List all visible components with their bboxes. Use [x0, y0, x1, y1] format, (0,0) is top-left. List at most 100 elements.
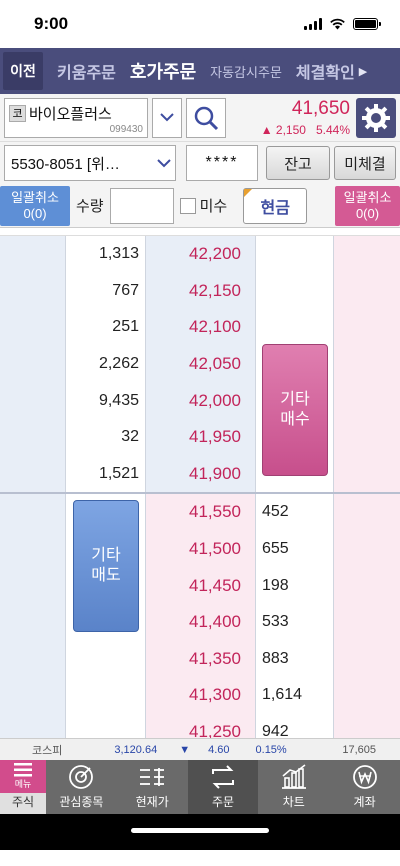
ask-quantity[interactable]: 2,262	[66, 345, 146, 383]
nav-chart[interactable]: 차트	[258, 760, 329, 814]
bid-price[interactable]: 41,400	[146, 603, 256, 641]
bid-row: 41,300 1,614	[0, 677, 400, 714]
ask-quantity[interactable]: 32	[66, 418, 146, 456]
balance-button[interactable]: 잔고	[266, 146, 330, 180]
exchange-icon	[211, 765, 234, 789]
tab-quote-order[interactable]: 호가주문	[130, 58, 196, 84]
account-number: 5530-8051 [위…	[11, 155, 120, 173]
bid-quantity[interactable]: 533	[256, 603, 334, 641]
ask-quantity[interactable]: 1,313	[66, 236, 146, 273]
ask-price[interactable]: 41,950	[146, 418, 256, 456]
nav-label: 주식	[11, 795, 35, 809]
stock-code: 099430	[109, 123, 143, 135]
ask-quantity[interactable]: 9,435	[66, 382, 146, 419]
price-list-icon	[140, 768, 165, 786]
etc-buy-button[interactable]: 기타 매수	[262, 344, 328, 476]
bid-quantity[interactable]: 1,614	[256, 677, 334, 714]
nav-order[interactable]: 주문	[187, 760, 259, 814]
misu-checkbox[interactable]	[179, 197, 196, 214]
bid-section: 41,550 452 41,500 655 41,450 198 41,400 533 41,3…	[0, 494, 400, 738]
chart-icon	[281, 764, 306, 789]
ask-price[interactable]: 42,050	[146, 345, 256, 383]
top-tab-bar: 이전 키움주문 호가주문 자동감시주문 체결확인 ▶	[0, 48, 400, 94]
ask-price[interactable]: 41,900	[146, 455, 256, 493]
search-button[interactable]	[186, 97, 226, 138]
bid-quantity[interactable]: 452	[256, 494, 334, 531]
bid-price[interactable]: 41,450	[146, 567, 256, 604]
bid-price[interactable]: 41,500	[146, 530, 256, 568]
bulk-cancel-sell-button[interactable]: 일괄취소 0(0)	[0, 185, 70, 226]
current-price: 41,650	[291, 98, 350, 119]
nav-account[interactable]: 계좌	[329, 760, 400, 814]
menu-label: 메뉴	[14, 779, 32, 789]
triangle-right-icon[interactable]: ▶	[359, 65, 367, 78]
bid-quantity[interactable]: 655	[256, 530, 334, 568]
ask-section: 1,313 42,200 767 42,150 251 42,100 2,262 42,050…	[0, 236, 400, 493]
tab-auto-monitor-order[interactable]: 자동감시주문	[210, 62, 282, 81]
ask-price[interactable]: 42,100	[146, 309, 256, 346]
ask-quantity[interactable]: 251	[66, 309, 146, 346]
password-field[interactable]: ****	[186, 145, 258, 181]
price-change: 2,150	[275, 123, 306, 137]
etc-sell-button[interactable]: 기타 매도	[73, 500, 139, 632]
ask-row: 32 41,950	[0, 418, 400, 456]
bid-row: 41,250 942	[0, 713, 400, 738]
tab-kiwoom-order[interactable]: 키움주문	[57, 59, 116, 83]
nav-current-price[interactable]: 현재가	[117, 760, 188, 814]
index-volume: 17,605	[342, 743, 376, 756]
tab-execution-check[interactable]: 체결확인	[296, 59, 355, 83]
ask-row: 1,313 42,200	[0, 236, 400, 273]
nav-label: 계좌	[353, 795, 376, 809]
stock-selector[interactable]: 코 바이오플러스 099430	[4, 97, 148, 138]
stock-dropdown-button[interactable]	[152, 97, 182, 138]
ask-quantity[interactable]: 767	[66, 272, 146, 310]
unfilled-button[interactable]: 미체결	[334, 146, 396, 180]
bid-quantity[interactable]: 942	[256, 713, 334, 738]
nav-watchlist[interactable]: 관심종목	[46, 760, 117, 814]
chevron-down-icon	[160, 113, 174, 122]
bid-row: 41,500 655	[0, 530, 400, 568]
account-row: 5530-8051 [위… **** 잔고 미체결	[0, 142, 400, 184]
stock-name: 바이오플러스	[29, 105, 112, 123]
chevron-down-icon	[157, 158, 171, 167]
down-arrow-icon: ▼	[179, 743, 191, 756]
ask-price[interactable]: 42,150	[146, 272, 256, 310]
ask-row: 767 42,150	[0, 272, 400, 310]
home-indicator	[0, 814, 400, 850]
misu-label: 미수	[199, 198, 228, 215]
index-name: 코스피	[32, 744, 63, 757]
bid-price[interactable]: 41,250	[146, 713, 256, 738]
stock-row: 코 바이오플러스 099430 41,650 ▲ 2,150 5.44%	[0, 94, 400, 142]
nav-label: 현재가	[135, 795, 169, 809]
index-ticker[interactable]: 코스피 3,120.64 ▼ 4.60 0.15% 17,605	[0, 738, 400, 760]
signal-icon	[304, 18, 322, 30]
index-change: 4.60	[208, 743, 230, 756]
bid-quantity[interactable]: 883	[256, 640, 334, 678]
quantity-input[interactable]	[109, 187, 174, 224]
ask-price[interactable]: 42,000	[146, 382, 256, 419]
nav-label: 관심종목	[59, 795, 104, 809]
search-icon	[194, 106, 219, 130]
bid-price[interactable]: 41,350	[146, 640, 256, 678]
account-select[interactable]: 5530-8051 [위…	[4, 145, 176, 181]
ask-row: 251 42,100	[0, 309, 400, 346]
order-row: 일괄취소 0(0) 수량 미수 현금 일괄취소 0(0)	[0, 184, 400, 228]
bid-price[interactable]: 41,300	[146, 677, 256, 714]
index-value: 3,120.64	[114, 743, 158, 756]
target-icon	[69, 765, 94, 789]
settings-button[interactable]	[356, 97, 396, 138]
wifi-icon	[330, 18, 345, 30]
bulk-cancel-buy-button[interactable]: 일괄취소 0(0)	[335, 185, 400, 226]
market-badge: 코	[9, 104, 26, 122]
bid-price[interactable]: 41,550	[146, 494, 256, 531]
nav-menu-stock[interactable]: 메뉴 주식	[0, 760, 46, 814]
cash-button[interactable]: 현금	[243, 187, 308, 224]
prev-button[interactable]: 이전	[3, 52, 43, 90]
gear-icon	[362, 103, 390, 132]
bid-quantity[interactable]: 198	[256, 567, 334, 604]
ask-quantity[interactable]: 1,521	[66, 455, 146, 493]
order-book: 1,313 42,200 767 42,150 251 42,100 2,262 42,050…	[0, 236, 400, 738]
bid-row: 41,400 533	[0, 603, 400, 641]
battery-icon	[353, 18, 381, 30]
ask-price[interactable]: 42,200	[146, 236, 256, 273]
